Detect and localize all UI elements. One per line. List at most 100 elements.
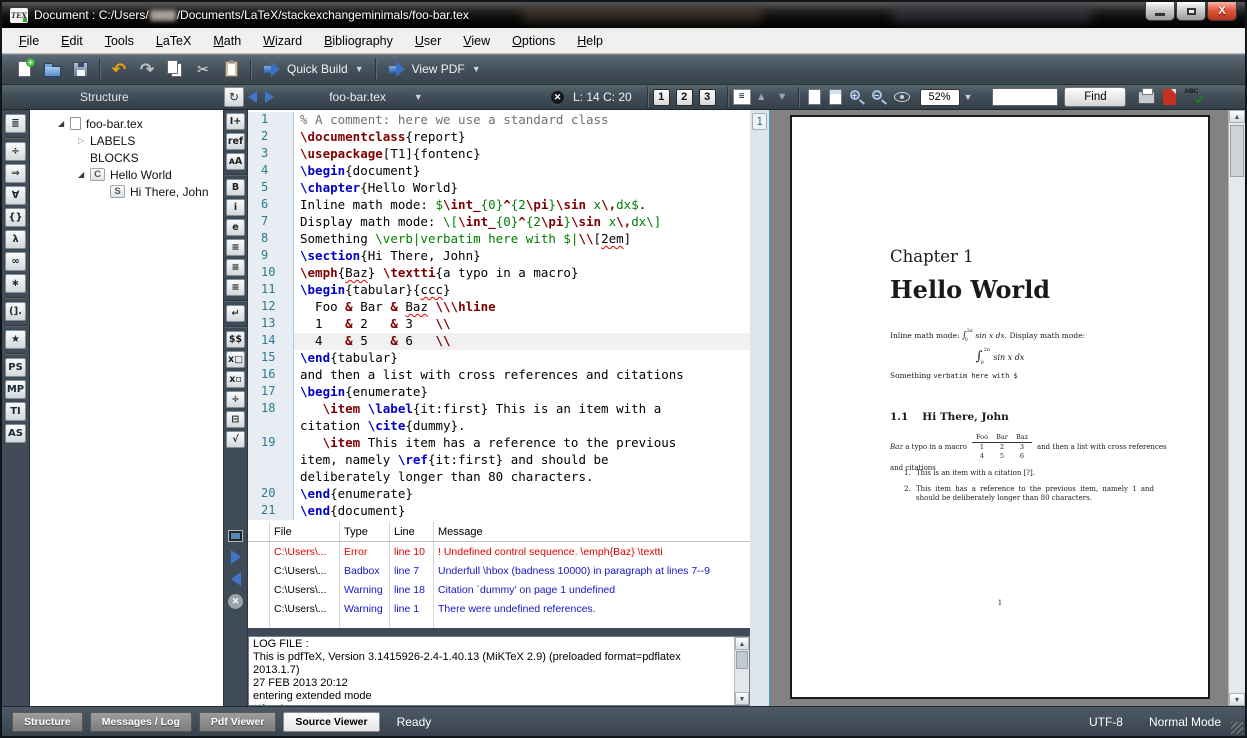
pstricks-tab[interactable]: PS	[5, 358, 26, 377]
most-used-tab[interactable]: ∗	[5, 274, 26, 293]
metapost-tab[interactable]: MP	[5, 380, 26, 399]
pdf-page-button[interactable]: 1	[752, 113, 767, 130]
code-line-20[interactable]: 20\end{enumerate}	[248, 486, 750, 503]
close-button[interactable]: X	[1207, 2, 1237, 21]
code-line-10[interactable]: 10\emph{Baz} \textti{a typo in a macro}	[248, 265, 750, 282]
zoom-level-value[interactable]: 52%	[920, 89, 960, 106]
log-message-row[interactable]: C:\Users\...Warningline 1There were unde…	[248, 599, 750, 618]
code-line-8[interactable]: 8Something \verb|verbatim here with $|\\…	[248, 231, 750, 248]
structure-level-1-button[interactable]: 1	[653, 89, 670, 106]
code-line-11[interactable]: 11\begin{tabular}{ccc}	[248, 282, 750, 299]
open-file-button[interactable]	[39, 57, 65, 81]
code-line-15[interactable]: 15\end{tabular}	[248, 350, 750, 367]
next-document-button[interactable]	[265, 91, 274, 103]
code-line-16[interactable]: 16and then a list with cross references …	[248, 367, 750, 384]
presentation-eye-icon[interactable]	[894, 92, 910, 102]
menu-math[interactable]: Math	[202, 30, 252, 52]
panel-toggle-structure[interactable]: Structure	[12, 712, 83, 732]
menu-latex[interactable]: LaTeX	[145, 30, 202, 52]
code-line-wrap[interactable]: deliberately longer than 80 characters.	[248, 469, 750, 486]
title-bar[interactable]: TEX Document : C:/Users//Documents/LaTeX…	[2, 2, 1245, 28]
log-scrollbar[interactable]: ▲ ▼	[734, 637, 749, 705]
line-number[interactable]: 8	[248, 231, 294, 248]
scroll-up-icon[interactable]: ▲	[1229, 110, 1245, 123]
fit-width-icon[interactable]	[808, 89, 821, 105]
message-col-blank[interactable]	[248, 522, 270, 541]
copy-button[interactable]	[162, 57, 188, 81]
line-number[interactable]: 6	[248, 197, 294, 214]
brackets-tab[interactable]: (].	[5, 302, 26, 321]
scrollbar-thumb[interactable]	[1230, 125, 1244, 177]
scroll-up-icon[interactable]: ▲	[735, 637, 749, 650]
line-number[interactable]: 4	[248, 163, 294, 180]
font-size-tool[interactable]: ᴀA	[226, 153, 245, 170]
fraction-tool[interactable]: ⊟	[226, 411, 245, 428]
log-panel[interactable]: LOG FILE :This is pdfTeX, Version 3.1415…	[248, 636, 750, 706]
structure-item-blocks[interactable]: BLOCKS	[30, 149, 223, 166]
relations-tab[interactable]: ÷	[5, 142, 26, 161]
structure-item-hello-world[interactable]: ◢CHello World	[30, 166, 223, 183]
close-document-button[interactable]: ✕	[550, 90, 565, 105]
chevron-down-icon[interactable]: ▼	[964, 92, 973, 102]
code-line-19[interactable]: 19 \item This item has a reference to th…	[248, 435, 750, 452]
line-number[interactable]: 2	[248, 129, 294, 146]
code-line-4[interactable]: 4\begin{document}	[248, 163, 750, 180]
structure-tab[interactable]: ≣	[5, 114, 26, 133]
structure-item-hi-there-john[interactable]: SHi There, John	[30, 183, 223, 200]
maximize-button[interactable]	[1176, 2, 1206, 21]
line-number[interactable]: 11	[248, 282, 294, 299]
caret-collapsed-icon[interactable]: ▷	[78, 136, 90, 145]
show-output-icon[interactable]	[228, 530, 243, 542]
code-line-3[interactable]: 3\usepackage[T1]{fontenc}	[248, 146, 750, 163]
quick-build-label[interactable]: Quick Build	[287, 62, 348, 76]
code-line-14[interactable]: 14 4 & 5 & 6 \\	[248, 333, 750, 350]
find-input[interactable]	[992, 88, 1058, 106]
line-number[interactable]	[248, 418, 294, 435]
code-line-5[interactable]: 5\chapter{Hello World}	[248, 180, 750, 197]
paste-button[interactable]	[218, 57, 244, 81]
bold-tool[interactable]: B	[226, 179, 245, 196]
zoom-in-icon[interactable]: +	[849, 89, 865, 105]
next-page-arrow-icon[interactable]: ▼	[777, 91, 788, 103]
code-line-12[interactable]: 12 Foo & Bar & Baz \\\hline	[248, 299, 750, 316]
line-number[interactable]	[248, 469, 294, 486]
previous-page-arrow-icon[interactable]: ▲	[756, 91, 767, 103]
scrollbar-thumb[interactable]	[736, 651, 748, 669]
scroll-down-icon[interactable]: ▼	[735, 692, 749, 705]
log-message-row[interactable]: C:\Users\...Errorline 10! Undefined cont…	[248, 542, 750, 561]
chevron-down-icon[interactable]: ▼	[472, 64, 481, 74]
view-pdf-run-icon[interactable]	[389, 61, 405, 77]
line-number[interactable]: 18	[248, 401, 294, 418]
line-number[interactable]: 14	[248, 333, 294, 350]
line-number[interactable]: 15	[248, 350, 294, 367]
scroll-down-icon[interactable]: ▼	[1229, 693, 1245, 706]
division-tool[interactable]: ÷	[226, 391, 245, 408]
chevron-down-icon[interactable]: ▼	[355, 64, 364, 74]
code-line-7[interactable]: 7Display math mode: \[\int_{0}^{2\pi}\si…	[248, 214, 750, 231]
log-message-row[interactable]: C:\Users\...Badboxline 7Underfull \hbox …	[248, 561, 750, 580]
line-number[interactable]: 5	[248, 180, 294, 197]
line-number[interactable]: 20	[248, 486, 294, 503]
message-col-file[interactable]: File	[270, 522, 340, 541]
menu-view[interactable]: View	[452, 30, 501, 52]
clear-messages-icon[interactable]: ✕	[228, 594, 243, 609]
insert-tool[interactable]: I+	[226, 113, 245, 130]
menu-file[interactable]: File	[8, 30, 50, 52]
menu-wizard[interactable]: Wizard	[252, 30, 313, 52]
zoom-out-icon[interactable]: −	[871, 89, 887, 105]
subscript-tool[interactable]: x□	[226, 351, 245, 368]
misc-math-tab[interactable]: ∀	[5, 186, 26, 205]
caret-expanded-icon[interactable]: ◢	[78, 170, 90, 179]
cut-button[interactable]: ✂	[190, 57, 216, 81]
arrows-tab[interactable]: ⇒	[5, 164, 26, 183]
undo-button[interactable]: ↶	[106, 57, 132, 81]
previous-error-icon[interactable]	[231, 572, 241, 586]
spellcheck-icon[interactable]: ABC✓	[1184, 88, 1204, 106]
delimiters-tab[interactable]: {}	[5, 208, 26, 227]
print-icon[interactable]	[1138, 91, 1155, 104]
menu-user[interactable]: User	[404, 30, 452, 52]
tikz-tab[interactable]: TI	[5, 402, 26, 421]
code-line-17[interactable]: 17\begin{enumerate}	[248, 384, 750, 401]
ref-tool[interactable]: ref	[226, 133, 245, 150]
find-button[interactable]: Find	[1064, 87, 1126, 107]
